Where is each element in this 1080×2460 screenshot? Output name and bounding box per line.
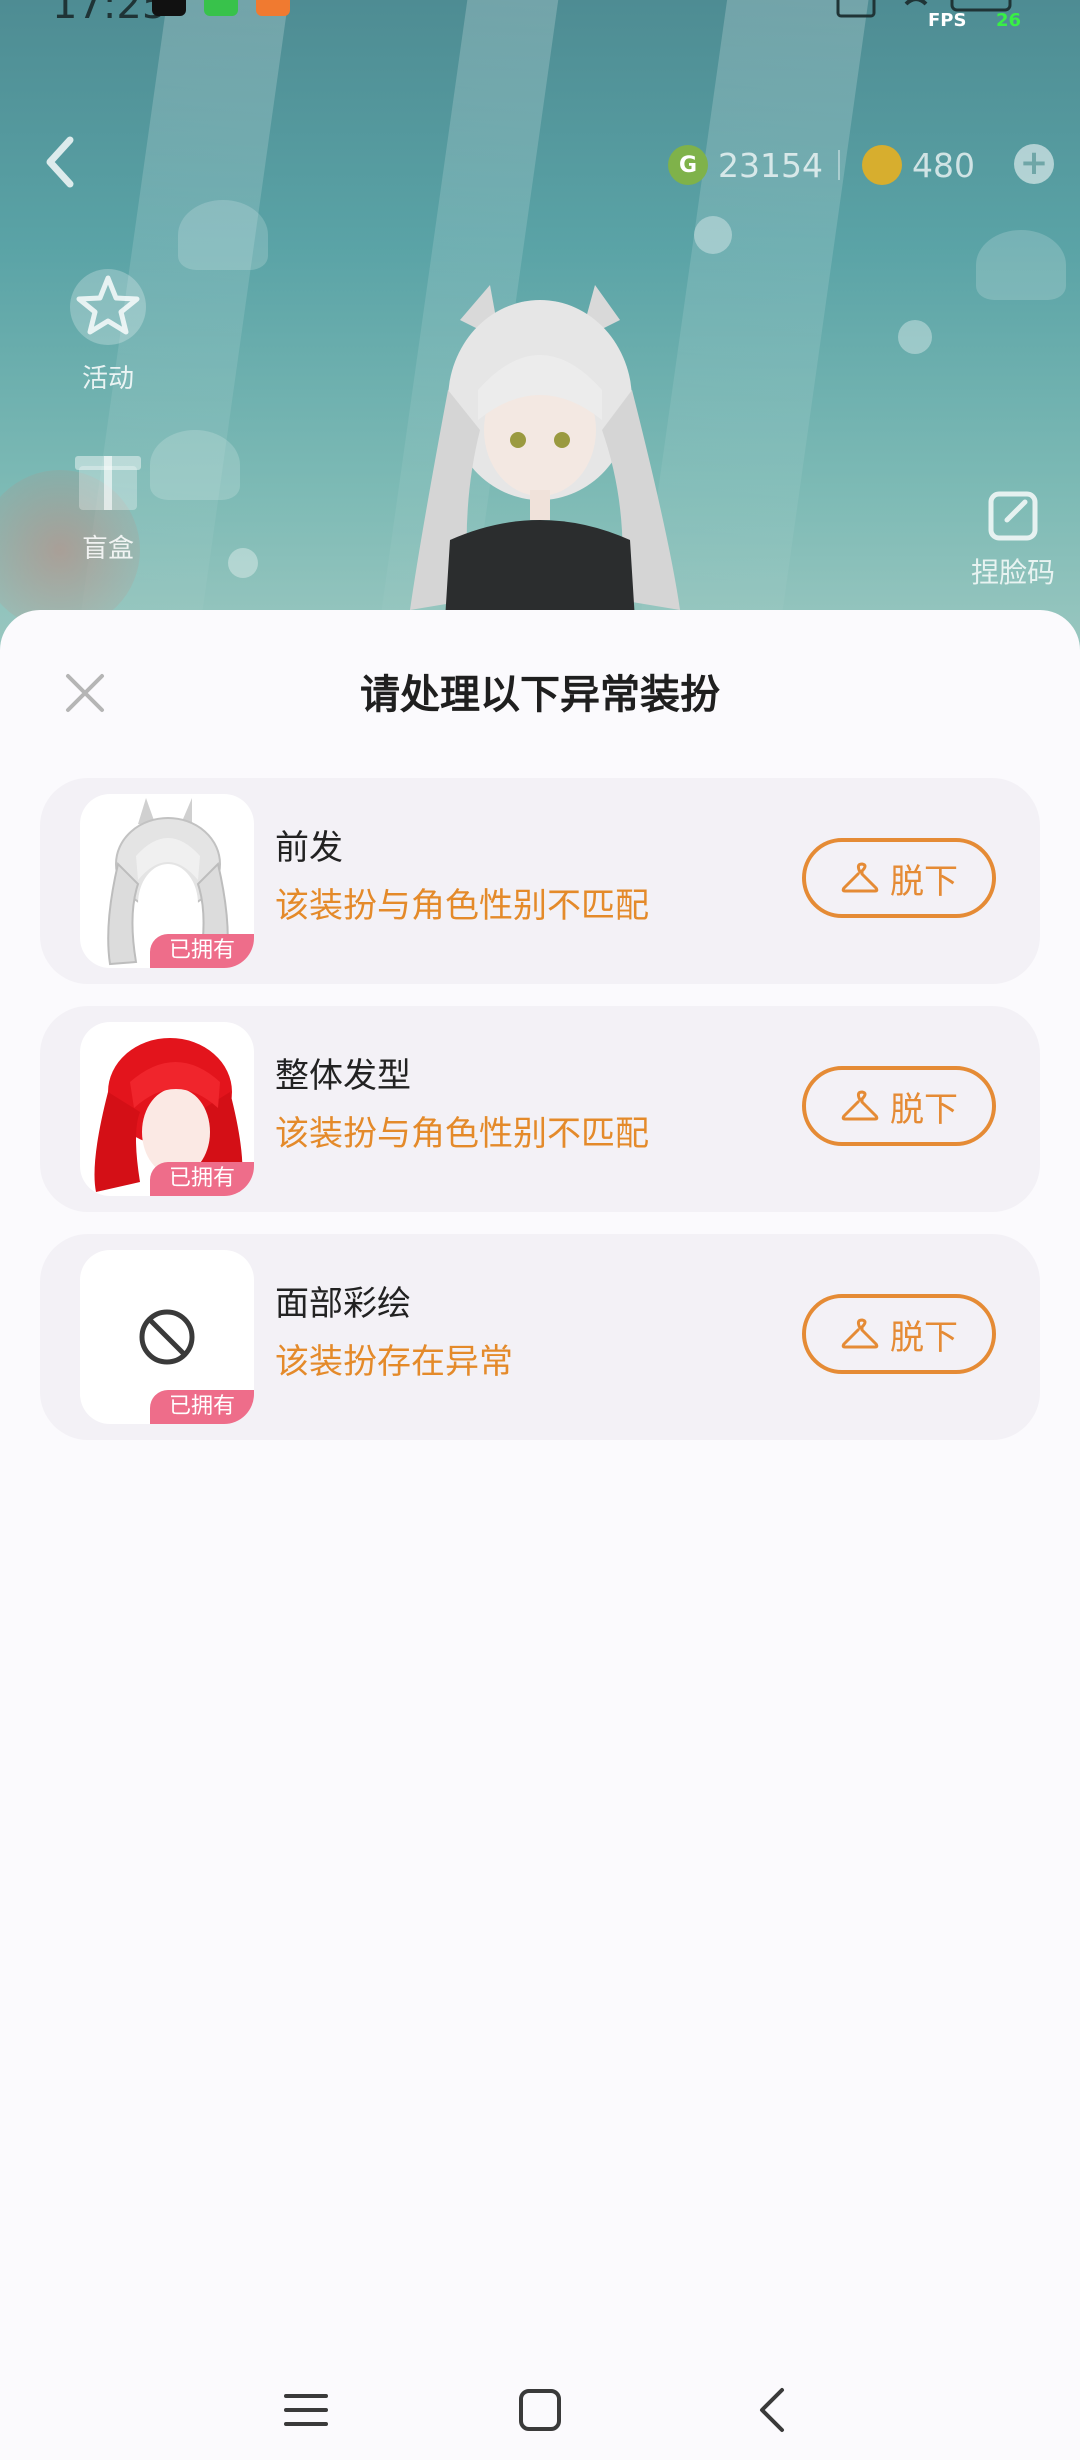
back-arrow-icon[interactable]	[40, 132, 80, 192]
abnormal-outfit-sheet: 请处理以下异常装扮 已拥有 前发 该装扮与角色性别不匹配 脱下 已拥有 整体发型…	[0, 610, 1080, 2460]
currency-gold[interactable]: 480	[862, 140, 975, 190]
fps-value: 26	[996, 10, 1022, 31]
currency-green-amount: 23154	[718, 145, 823, 185]
jellyfish	[150, 430, 240, 500]
status-bar: 17:25 FPS 26	[0, 0, 1080, 31]
white-hair-thumbnail: 已拥有	[80, 794, 254, 968]
system-navigation-bar	[0, 2360, 1080, 2460]
gift-box-icon	[63, 432, 153, 522]
take-off-label: 脱下	[890, 861, 958, 902]
bubble	[898, 320, 932, 354]
owned-badge: 已拥有	[150, 1162, 254, 1196]
currency-green[interactable]: G 23154	[668, 140, 823, 190]
screen-record-icon	[836, 0, 876, 18]
prohibited-thumbnail: 已拥有	[80, 1250, 254, 1424]
star-badge-icon	[63, 262, 153, 352]
gold-coin-icon	[862, 145, 902, 185]
outfit-item-card: 已拥有 前发 该装扮与角色性别不匹配 脱下	[40, 778, 1040, 984]
currency-divider	[838, 150, 840, 180]
tiktok-icon	[152, 0, 186, 16]
wechat-icon	[204, 0, 238, 16]
item-name: 整体发型	[275, 1056, 411, 1096]
bubble	[228, 548, 258, 578]
hanger-icon	[841, 1318, 879, 1349]
item-warning: 该装扮与角色性别不匹配	[275, 1114, 649, 1154]
owned-badge: 已拥有	[150, 934, 254, 968]
blind-box-label: 盲盒	[81, 534, 134, 564]
back-icon[interactable]	[744, 2380, 804, 2440]
red-hair-thumbnail: 已拥有	[80, 1022, 254, 1196]
add-currency-button[interactable]: +	[1014, 144, 1054, 184]
status-time: 17:25	[52, 0, 168, 28]
hanger-icon	[841, 1090, 879, 1121]
item-warning: 该装扮存在异常	[275, 1342, 513, 1382]
fps-label: FPS	[928, 10, 967, 31]
outfit-item-card: 已拥有 整体发型 该装扮与角色性别不匹配 脱下	[40, 1006, 1040, 1212]
take-off-button[interactable]: 脱下	[802, 1294, 996, 1374]
menu-icon[interactable]	[276, 2380, 336, 2440]
app-notification-icon	[256, 0, 290, 16]
face-code-entry[interactable]: 捏脸码	[958, 488, 1068, 591]
edit-square-icon	[988, 491, 1038, 541]
home-icon[interactable]	[510, 2380, 570, 2440]
item-warning: 该装扮与角色性别不匹配	[275, 886, 649, 926]
outfit-item-card: 已拥有 面部彩绘 该装扮存在异常 脱下	[40, 1234, 1040, 1440]
game-scene-background: 17:25 FPS 26 G 23154 480 + 活动 盲盒 捏脸码	[0, 0, 1080, 700]
item-name: 面部彩绘	[275, 1284, 411, 1324]
blind-box-entry[interactable]: 盲盒	[58, 432, 158, 565]
take-off-label: 脱下	[890, 1089, 958, 1130]
activity-entry[interactable]: 活动	[58, 262, 158, 395]
bubble	[694, 216, 732, 254]
jellyfish	[976, 230, 1066, 300]
jellyfish	[178, 200, 268, 270]
face-code-label: 捏脸码	[970, 556, 1055, 589]
sheet-title: 请处理以下异常装扮	[360, 672, 720, 718]
activity-label: 活动	[81, 364, 134, 394]
take-off-button[interactable]: 脱下	[802, 1066, 996, 1146]
screen: 17:25 FPS 26 G 23154 480 + 活动 盲盒 捏脸码 请处理…	[0, 0, 1080, 2460]
hanger-icon	[841, 862, 879, 893]
green-coin-icon: G	[668, 145, 708, 185]
item-name: 前发	[275, 828, 343, 868]
take-off-label: 脱下	[890, 1317, 958, 1358]
currency-gold-amount: 480	[912, 145, 975, 185]
take-off-button[interactable]: 脱下	[802, 838, 996, 918]
owned-badge: 已拥有	[150, 1390, 254, 1424]
